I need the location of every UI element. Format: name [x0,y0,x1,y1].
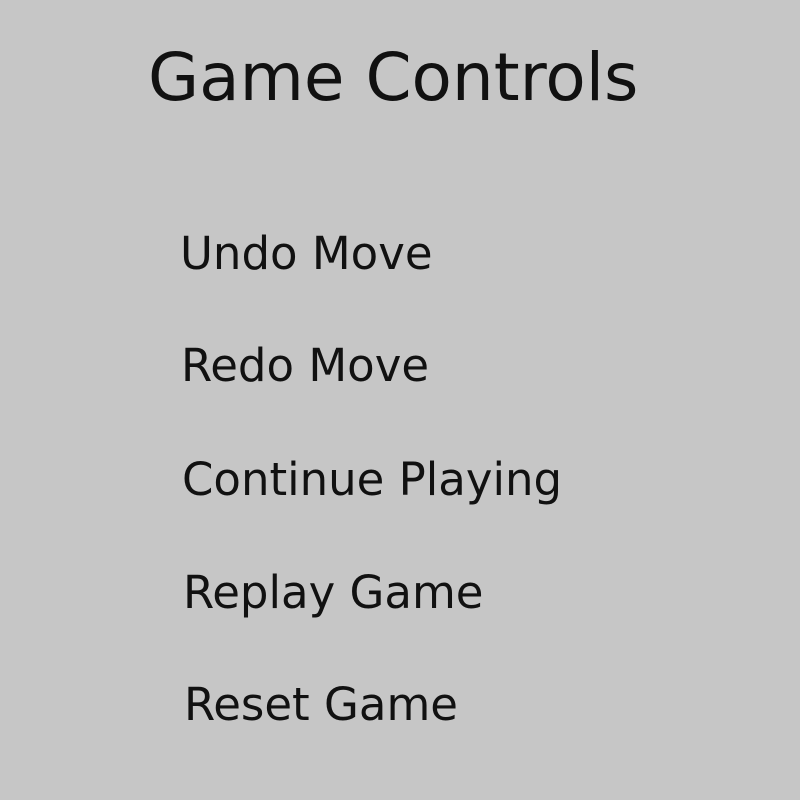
game-controls-menu: Undo Move Redo Move Continue Playing Rep… [0,0,800,800]
undo-move-button[interactable]: Undo Move [180,226,433,282]
redo-move-button[interactable]: Redo Move [181,338,429,394]
reset-game-button[interactable]: Reset Game [184,677,458,733]
continue-playing-button[interactable]: Continue Playing [182,452,562,508]
replay-game-button[interactable]: Replay Game [183,565,483,621]
